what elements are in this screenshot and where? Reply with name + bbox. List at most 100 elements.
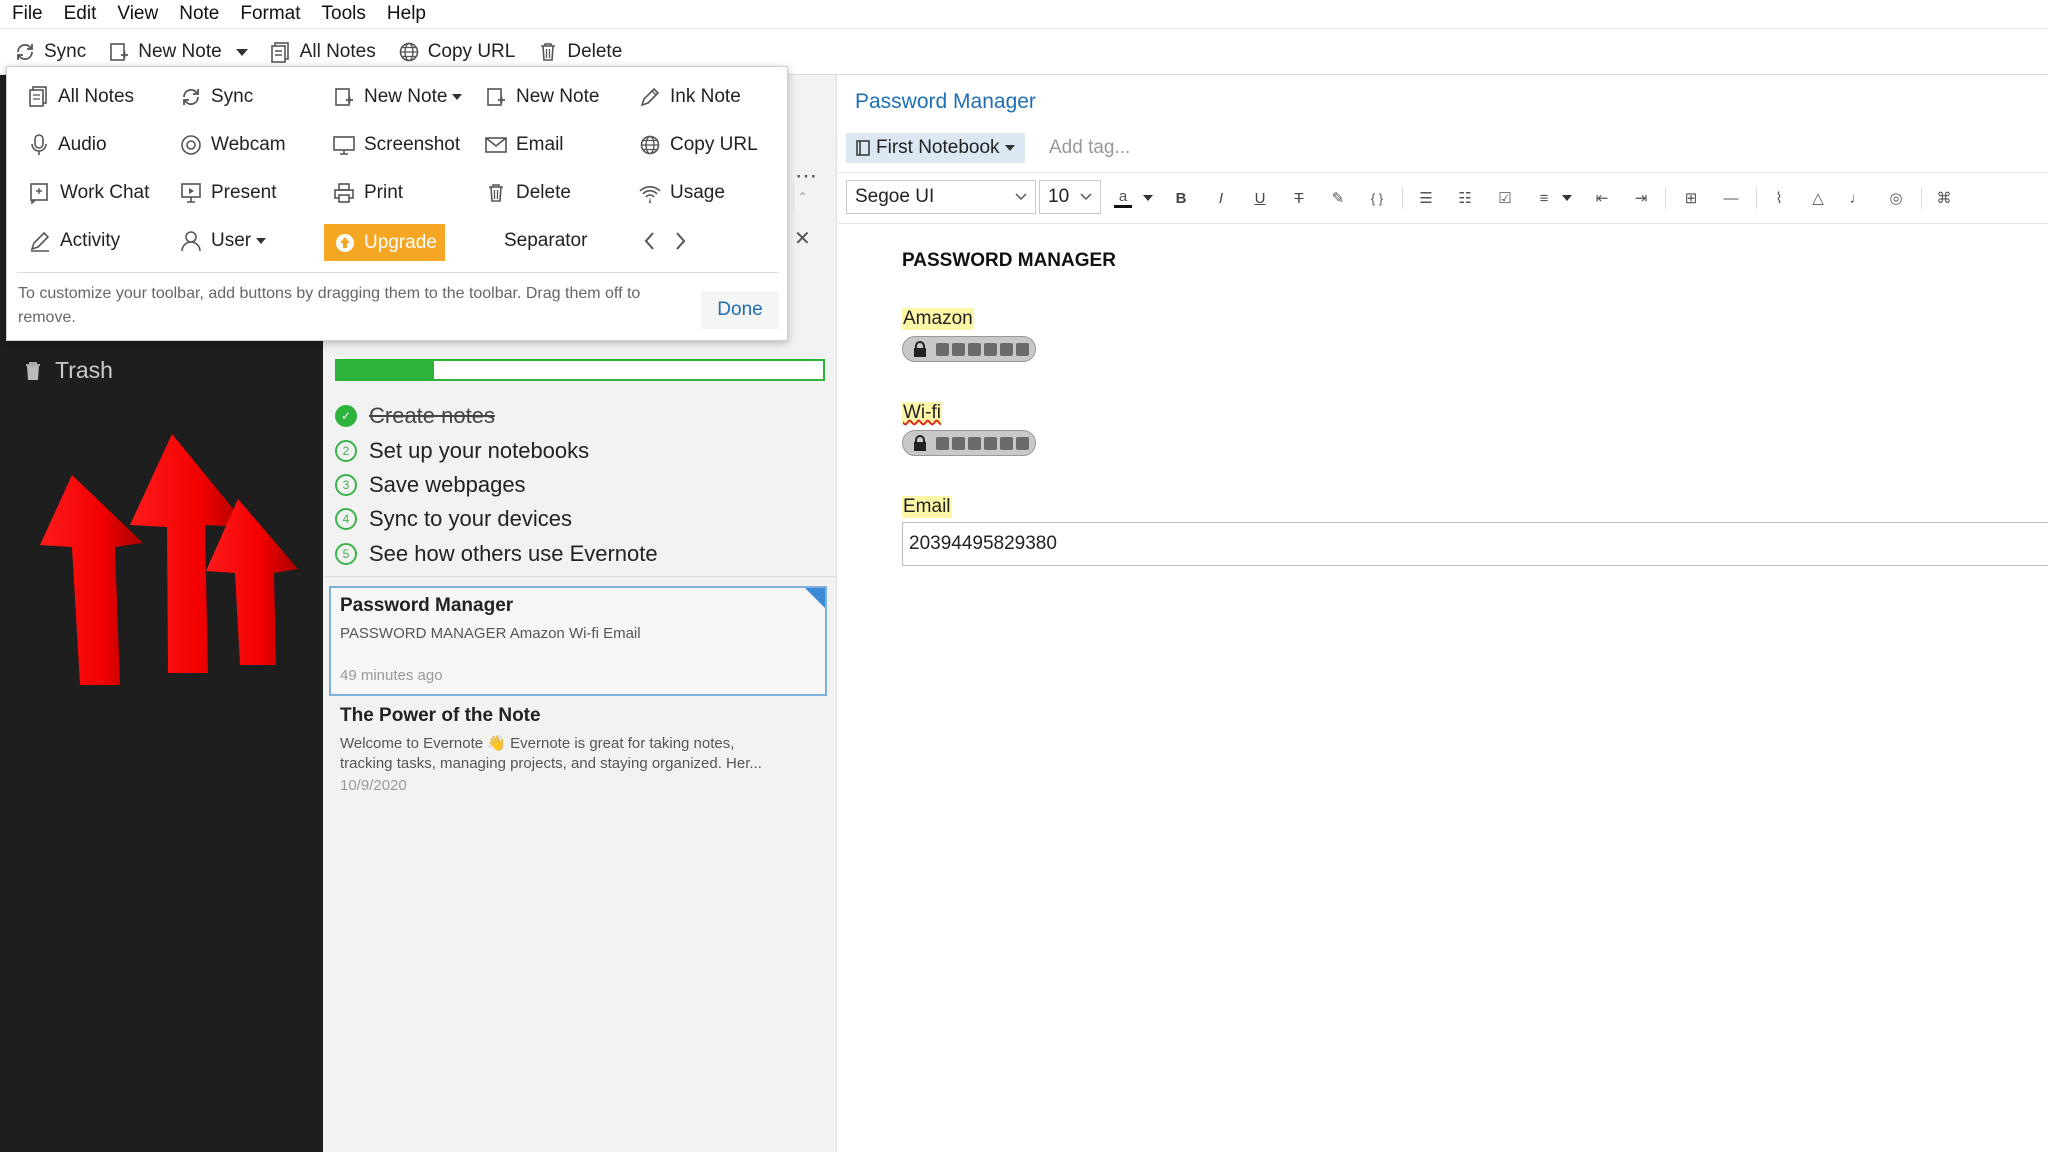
note-title: Password Manager [340, 595, 514, 616]
note-card[interactable]: The Power of the Note Welcome to Evernot… [329, 698, 827, 808]
palette-label: User [211, 230, 252, 251]
copy-url-button[interactable]: Copy URL [398, 41, 515, 63]
palette-label: Delete [516, 182, 571, 203]
trash-icon [541, 43, 556, 61]
palette-email[interactable]: Email [485, 130, 564, 160]
sync-button[interactable]: Sync [14, 41, 86, 63]
horizontal-rule-icon[interactable]: — [1720, 183, 1742, 213]
note-title-header[interactable]: Password Manager [855, 90, 1036, 114]
palette-present[interactable]: Present [180, 178, 276, 208]
indent-icon[interactable]: ⇥ [1630, 183, 1652, 213]
palette-label: Work Chat [60, 182, 150, 203]
palette-audio[interactable]: Audio [29, 130, 107, 160]
pen-icon [640, 87, 660, 107]
palette-label: Ink Note [670, 86, 741, 107]
lock-icon [914, 435, 926, 451]
palette-sync[interactable]: Sync [180, 82, 253, 112]
font-size-select[interactable]: 10 [1039, 180, 1101, 214]
notes-icon [270, 42, 289, 63]
divider [1665, 187, 1666, 209]
notebook-selector[interactable]: First Notebook [846, 133, 1025, 163]
done-button[interactable]: Done [701, 291, 779, 329]
chevron-right-icon[interactable] [673, 226, 696, 256]
palette-upgrade[interactable]: Upgrade [324, 224, 445, 261]
notebook-label: First Notebook [876, 137, 1000, 158]
palette-user[interactable]: User [180, 226, 267, 256]
close-icon[interactable]: ✕ [794, 226, 811, 251]
note-card[interactable]: Password Manager PASSWORD MANAGER Amazon… [329, 586, 827, 696]
menu-edit[interactable]: Edit [64, 3, 97, 25]
code-icon[interactable]: { } [1366, 183, 1388, 213]
numbered-list-icon[interactable]: ☷ [1454, 183, 1476, 213]
task-create-notes[interactable]: Create notes [369, 403, 495, 429]
audio-icon[interactable]: ♩ [1846, 183, 1868, 213]
note-snippet-line2: tracking tasks, managing projects, and s… [340, 755, 762, 772]
palette-usage[interactable]: Usage [639, 178, 725, 208]
encrypt-icon[interactable]: ⌘ [1933, 183, 1955, 213]
palette-print[interactable]: Print [333, 178, 403, 208]
checkbox-icon[interactable]: ☑ [1494, 183, 1516, 213]
drive-icon[interactable]: △ [1807, 183, 1829, 213]
chevron-down-icon[interactable] [1138, 183, 1158, 213]
text-color-icon[interactable]: a [1112, 183, 1134, 213]
add-tag-input[interactable]: Add tag... [1049, 137, 1130, 159]
menu-view[interactable]: View [117, 3, 158, 25]
check-icon: ✓ [335, 405, 357, 427]
palette-copy-url[interactable]: Copy URL [639, 130, 758, 160]
new-note-button[interactable]: New Note [108, 41, 248, 63]
chevron-left-icon[interactable] [643, 226, 666, 256]
globe-icon [399, 42, 419, 62]
palette-activity[interactable]: Activity [29, 226, 120, 256]
bold-icon[interactable]: B [1170, 183, 1192, 213]
highlighter-icon[interactable]: ✎ [1327, 183, 1349, 213]
task-others[interactable]: See how others use Evernote [369, 541, 658, 567]
all-notes-label: All Notes [299, 41, 376, 62]
palette-ink-note[interactable]: Ink Note [639, 82, 741, 112]
menu-help[interactable]: Help [387, 3, 426, 25]
outdent-icon[interactable]: ⇤ [1591, 183, 1613, 213]
menu-file[interactable]: File [12, 3, 43, 25]
task-notebooks[interactable]: Set up your notebooks [369, 438, 589, 464]
menu-format[interactable]: Format [240, 3, 300, 25]
task-sync[interactable]: Sync to your devices [369, 506, 572, 532]
menu-tools[interactable]: Tools [322, 3, 366, 25]
webcam-icon [181, 135, 201, 155]
attachment-icon[interactable]: ⌇ [1768, 183, 1790, 213]
task-webpages[interactable]: Save webpages [369, 472, 526, 498]
table-icon[interactable]: ⊞ [1680, 183, 1702, 213]
all-notes-button[interactable]: All Notes [270, 41, 376, 63]
new-note-icon [335, 88, 353, 106]
chevron-down-icon[interactable] [1558, 183, 1576, 213]
palette-delete[interactable]: Delete [485, 178, 571, 208]
palette-all-notes[interactable]: All Notes [29, 82, 134, 112]
chevron-down-icon [452, 94, 463, 100]
strikethrough-icon[interactable]: T [1288, 183, 1310, 213]
scroll-up-icon[interactable]: ⌃ [793, 183, 811, 211]
palette-new-note-menu[interactable]: New Note [333, 82, 463, 112]
presentation-icon [181, 183, 201, 203]
palette-separator[interactable]: Separator [504, 226, 587, 256]
palette-work-chat[interactable]: Work Chat [29, 178, 149, 208]
palette-label: Audio [58, 134, 107, 155]
user-icon [181, 231, 201, 252]
note-snippet: Welcome to Evernote 👋 Evernote is great … [340, 735, 735, 752]
menu-note[interactable]: Note [179, 3, 219, 25]
webcam-icon[interactable]: ◎ [1885, 183, 1907, 213]
palette-new-note[interactable]: New Note [485, 82, 599, 112]
palette-webcam[interactable]: Webcam [180, 130, 286, 160]
italic-icon[interactable]: I [1210, 183, 1232, 213]
palette-screenshot[interactable]: Screenshot [333, 130, 460, 160]
sync-icon [183, 89, 199, 105]
field-label-email: Email [902, 496, 952, 518]
font-family-select[interactable]: Segoe UI [846, 180, 1036, 214]
chevron-down-icon[interactable] [235, 48, 248, 56]
underline-icon[interactable]: U [1249, 183, 1271, 213]
menu-bar: File Edit View Note Format Tools Help [0, 0, 2048, 29]
encrypted-text-amazon[interactable] [902, 336, 1036, 362]
email-value-field[interactable]: 20394495829380 [902, 522, 2048, 566]
chevron-down-icon [1015, 193, 1027, 201]
delete-button[interactable]: Delete [537, 41, 622, 63]
encrypted-text-wifi[interactable] [902, 430, 1036, 456]
bulleted-list-icon[interactable]: ☰ [1415, 183, 1437, 213]
align-icon[interactable]: ≡ [1533, 183, 1555, 213]
